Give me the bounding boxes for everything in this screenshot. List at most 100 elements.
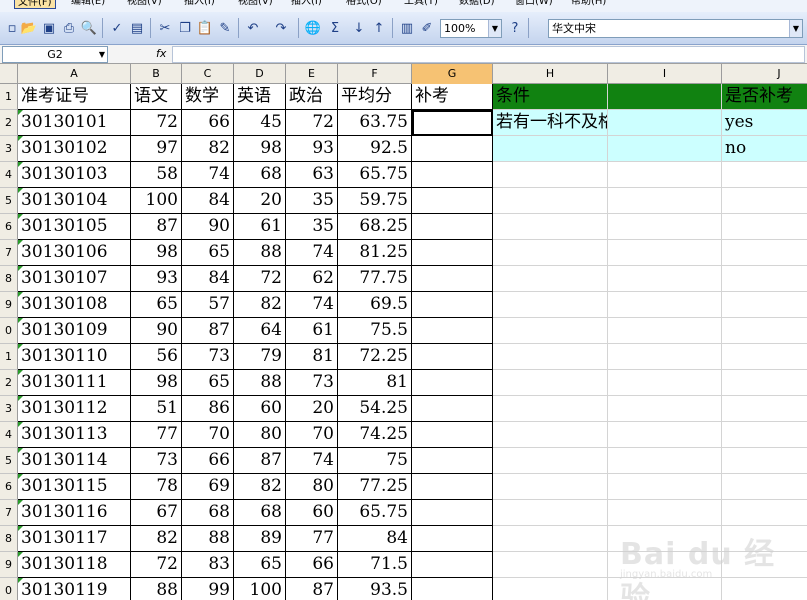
row-header[interactable]: 6 [0,214,18,240]
table-cell[interactable]: 69 [182,474,234,500]
table-cell[interactable]: 70 [286,422,338,448]
table-cell[interactable]: 82 [182,136,234,162]
select-all-corner[interactable] [0,64,18,84]
table-cell[interactable]: 77.75 [338,266,412,292]
row-header[interactable]: 8 [0,266,18,292]
cell[interactable] [722,422,807,448]
table-cell[interactable]: 88 [234,240,286,266]
table-cell[interactable]: 72.25 [338,344,412,370]
cell[interactable] [722,344,807,370]
table-cell[interactable]: 30130106 [18,240,131,266]
menu-view-2[interactable]: 视图(V) [235,0,276,9]
cell[interactable] [493,474,608,500]
table-cell[interactable]: 77 [131,422,182,448]
table-cell[interactable]: 72 [234,266,286,292]
condition-fill[interactable] [608,136,722,162]
table-cell[interactable] [412,474,493,500]
table-cell[interactable]: 35 [286,214,338,240]
table-cell[interactable] [412,136,493,162]
format-painter-icon[interactable]: ✎ [216,19,234,37]
table-cell[interactable]: 80 [286,474,338,500]
menu-help[interactable]: 帮助(H) [568,0,609,9]
research-icon[interactable]: ▤ [128,19,146,37]
cell[interactable] [608,162,722,188]
hyperlink-icon[interactable]: 🌐 [304,19,322,37]
column-header-i[interactable]: I [608,64,722,84]
table-cell[interactable] [412,552,493,578]
table-cell[interactable]: 30130113 [18,422,131,448]
table-cell[interactable]: 58 [131,162,182,188]
column-header-b[interactable]: B [131,64,182,84]
table-cell[interactable]: 30130114 [18,448,131,474]
table-cell[interactable]: 30130119 [18,578,131,600]
table-cell[interactable]: 93 [131,266,182,292]
table-cell[interactable]: 97 [131,136,182,162]
table-cell[interactable]: 99 [182,578,234,600]
table-cell[interactable]: 59.75 [338,188,412,214]
table-cell[interactable] [412,266,493,292]
table-cell[interactable] [412,448,493,474]
column-header-g[interactable]: G [412,64,493,84]
cell[interactable] [722,318,807,344]
table-cell[interactable]: 72 [286,110,338,136]
cut-icon[interactable]: ✂ [156,19,174,37]
table-cell[interactable]: 88 [182,526,234,552]
table-cell[interactable]: 66 [286,552,338,578]
cell[interactable] [493,370,608,396]
row-header[interactable]: 1 [0,84,18,110]
row-header[interactable]: 6 [0,474,18,500]
table-cell[interactable]: 98 [131,370,182,396]
table-cell[interactable]: 84 [182,188,234,214]
cell[interactable] [493,578,608,600]
table-header-cell[interactable]: 平均分 [338,84,412,110]
column-header-j[interactable]: J [722,64,807,84]
result-header[interactable]: 是否补考 [722,84,807,110]
table-cell[interactable] [412,578,493,600]
cell[interactable] [493,500,608,526]
table-cell[interactable]: 60 [234,396,286,422]
cell[interactable] [608,188,722,214]
column-header-c[interactable]: C [182,64,234,84]
table-cell[interactable]: 30130103 [18,162,131,188]
paste-icon[interactable]: 📋 [196,19,214,37]
table-cell[interactable]: 57 [182,292,234,318]
table-cell[interactable]: 73 [182,344,234,370]
cell[interactable] [608,266,722,292]
row-header[interactable]: 1 [0,344,18,370]
condition-fill[interactable] [493,136,608,162]
table-cell[interactable]: 51 [131,396,182,422]
row-header[interactable]: 9 [0,292,18,318]
table-cell[interactable]: 66 [182,110,234,136]
cell[interactable] [608,448,722,474]
table-cell[interactable]: 90 [131,318,182,344]
table-cell[interactable]: 61 [286,318,338,344]
table-cell[interactable] [412,500,493,526]
table-cell[interactable]: 87 [234,448,286,474]
table-cell[interactable]: 74 [182,162,234,188]
table-cell[interactable]: 30130102 [18,136,131,162]
column-header-f[interactable]: F [338,64,412,84]
redo-icon[interactable]: ↷ [272,19,290,37]
table-cell[interactable]: 63 [286,162,338,188]
table-cell[interactable] [412,188,493,214]
table-cell[interactable]: 30130110 [18,344,131,370]
table-cell[interactable]: 30130117 [18,526,131,552]
cell[interactable] [493,318,608,344]
table-cell[interactable]: 82 [234,292,286,318]
table-cell[interactable]: 73 [131,448,182,474]
print-preview-icon[interactable]: 🔍 [80,19,98,37]
autosum-icon[interactable]: Σ [326,19,344,37]
sort-ascending-icon[interactable]: ↓ [350,19,368,37]
table-header-cell[interactable]: 政治 [286,84,338,110]
chart-icon[interactable]: ▥ [398,19,416,37]
column-header-d[interactable]: D [234,64,286,84]
help-icon[interactable]: ? [506,19,524,37]
row-header[interactable]: 9 [0,552,18,578]
table-cell[interactable]: 93 [286,136,338,162]
table-header-cell[interactable]: 数学 [182,84,234,110]
table-cell[interactable]: 74 [286,292,338,318]
table-cell[interactable]: 89 [234,526,286,552]
cell[interactable] [493,448,608,474]
table-cell[interactable]: 30130105 [18,214,131,240]
cell[interactable] [493,162,608,188]
